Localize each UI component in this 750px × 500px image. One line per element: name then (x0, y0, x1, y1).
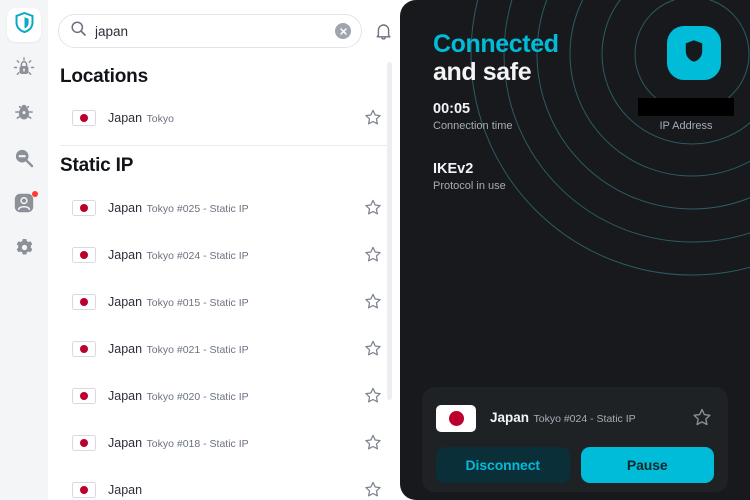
magnifier-icon (14, 148, 34, 173)
list-item[interactable]: Japan Tokyo #024 - Static IP (58, 231, 400, 278)
section-heading-static-ip: Static IP (60, 155, 134, 176)
list-item[interactable]: Japan (58, 466, 400, 500)
account-notification-badge (32, 191, 38, 197)
star-outline-icon[interactable] (362, 197, 384, 219)
search-icon (71, 21, 86, 41)
list-item-title: Japan (108, 388, 143, 403)
ip-address-label: IP Address (659, 120, 713, 132)
star-outline-icon[interactable] (362, 244, 384, 266)
clear-search-icon[interactable] (335, 23, 351, 39)
bell-icon[interactable] (370, 18, 396, 44)
list-item[interactable]: Japan Tokyo (58, 94, 400, 141)
protocol-label: Protocol in use (433, 180, 506, 192)
sidebar-item-threat-protection[interactable] (7, 53, 41, 87)
connected-server-card: Japan Tokyo #024 - Static IP Disconnect … (422, 387, 728, 492)
star-outline-icon[interactable] (362, 479, 384, 500)
list-item-title: Japan (108, 482, 143, 497)
bulb-lock-icon (13, 56, 35, 84)
status-headline: Connected and safe (433, 30, 559, 86)
connected-server-title: Japan (490, 410, 530, 425)
list-item-text: Japan Tokyo #020 - Static IP (108, 387, 362, 405)
section-locations: Locations Japan Tokyo (58, 60, 400, 146)
sidebar-rail (0, 0, 48, 500)
list-item-text: Japan Tokyo #025 - Static IP (108, 199, 362, 217)
list-item-title: Japan (108, 110, 143, 125)
jp-flag-icon (72, 246, 96, 263)
list-item-subtitle: Tokyo #015 - Static IP (146, 296, 249, 309)
list-item-title: Japan (108, 247, 143, 262)
pause-button[interactable]: Pause (580, 447, 714, 483)
shield-logo-icon (683, 38, 705, 69)
jp-flag-icon (72, 293, 96, 310)
list-item[interactable]: Japan Tokyo #018 - Static IP (58, 419, 400, 466)
jp-flag-icon (436, 404, 476, 432)
list-item-title: Japan (108, 341, 143, 356)
sidebar-item-settings[interactable] (7, 233, 41, 267)
connection-time-metric: 00:05 Connection time (433, 100, 513, 134)
person-icon (14, 193, 34, 218)
list-item-subtitle: Tokyo #018 - Static IP (146, 437, 249, 450)
star-outline-icon[interactable] (690, 406, 714, 430)
app-logo-badge (667, 26, 721, 80)
search-row (58, 0, 400, 60)
sidebar-item-meshnet[interactable] (7, 98, 41, 132)
star-outline-icon[interactable] (362, 432, 384, 454)
server-list-panel: Locations Japan Tokyo (48, 0, 400, 500)
list-item-text: Japan Tokyo #015 - Static IP (108, 293, 362, 311)
jp-flag-icon (72, 434, 96, 451)
vpn-app-window: Locations Japan Tokyo (0, 0, 750, 500)
connected-server-subtitle: Tokyo #024 - Static IP (533, 413, 636, 425)
star-outline-icon[interactable] (362, 291, 384, 313)
list-item-text: Japan (108, 481, 362, 499)
star-outline-icon[interactable] (362, 385, 384, 407)
list-item-subtitle: Tokyo (146, 112, 174, 125)
section-static-ip: Static IP Japan Tokyo #025 - Static IP J… (58, 146, 400, 500)
disconnect-button[interactable]: Disconnect (436, 447, 570, 483)
status-line-safe: and safe (433, 58, 532, 86)
jp-flag-icon (72, 199, 96, 216)
connection-actions: Disconnect Pause (436, 447, 714, 483)
bug-icon (14, 102, 34, 128)
list-item[interactable]: Japan Tokyo #020 - Static IP (58, 372, 400, 419)
list-item-title: Japan (108, 435, 143, 450)
list-item-subtitle: Tokyo #025 - Static IP (146, 202, 249, 215)
list-item[interactable]: Japan Tokyo #021 - Static IP (58, 325, 400, 372)
list-item-text: Japan Tokyo (108, 109, 362, 127)
list-item-subtitle: Tokyo #024 - Static IP (146, 249, 249, 262)
jp-flag-icon (72, 481, 96, 498)
sidebar-item-vpn-shield[interactable] (7, 8, 41, 42)
section-heading-locations: Locations (60, 66, 148, 87)
sidebar-item-account[interactable] (7, 188, 41, 222)
ip-address-redacted-value (638, 98, 734, 116)
list-item-text: Japan Tokyo #024 - Static IP (108, 246, 362, 264)
sidebar-item-dark-web-monitor[interactable] (7, 143, 41, 177)
list-item-subtitle: Tokyo #021 - Static IP (146, 343, 249, 356)
protocol-metric: IKEv2 Protocol in use (433, 160, 506, 194)
list-item-title: Japan (108, 294, 143, 309)
shield-icon (15, 11, 34, 38)
status-line-connected: Connected (433, 30, 559, 58)
connection-time-value: 00:05 (433, 101, 471, 117)
connected-server-text: Japan Tokyo #024 - Static IP (490, 409, 690, 427)
star-outline-icon[interactable] (362, 107, 384, 129)
star-outline-icon[interactable] (362, 338, 384, 360)
list-item[interactable]: Japan Tokyo #025 - Static IP (58, 184, 400, 231)
jp-flag-icon (72, 340, 96, 357)
jp-flag-icon (72, 387, 96, 404)
list-item[interactable]: Japan Tokyo #015 - Static IP (58, 278, 400, 325)
list-item-title: Japan (108, 200, 143, 215)
ip-address-metric: IP Address (628, 98, 744, 132)
list-item-text: Japan Tokyo #018 - Static IP (108, 434, 362, 452)
search-input[interactable] (95, 23, 326, 39)
gear-icon (15, 238, 34, 262)
list-item-subtitle: Tokyo #020 - Static IP (146, 390, 249, 403)
connection-time-label: Connection time (433, 120, 513, 132)
list-scrollbar[interactable] (387, 62, 392, 400)
protocol-value: IKEv2 (433, 161, 474, 177)
search-box[interactable] (58, 14, 362, 48)
jp-flag-icon (72, 109, 96, 126)
list-sections: Locations Japan Tokyo Static IP Japan To… (58, 60, 400, 500)
list-item-text: Japan Tokyo #021 - Static IP (108, 340, 362, 358)
connected-server-row[interactable]: Japan Tokyo #024 - Static IP (436, 399, 714, 437)
